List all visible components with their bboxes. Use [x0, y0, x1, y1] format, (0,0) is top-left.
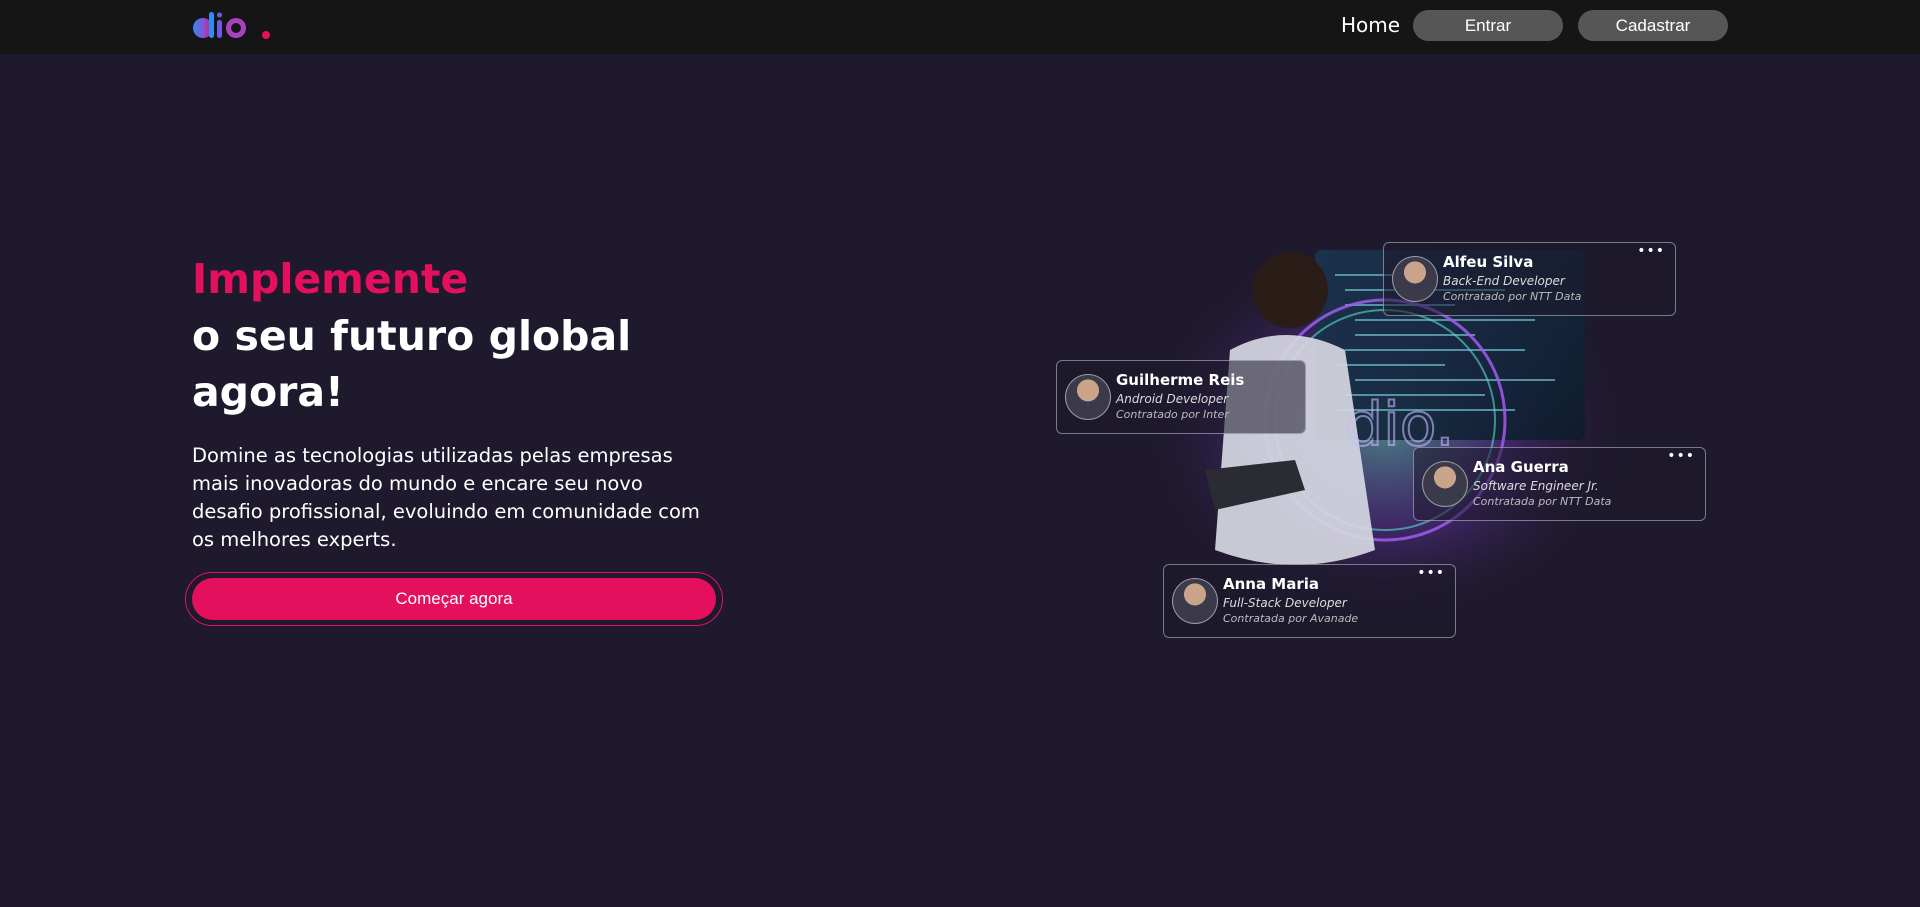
profile-company: Contratado por Inter — [1116, 408, 1229, 421]
hero-illustration: dio. Alfeu Silva Back-End Developer Cont… — [1055, 230, 1715, 650]
nav-home-link[interactable]: Home — [1341, 13, 1400, 37]
more-dots-icon[interactable]: ••• — [1637, 244, 1665, 258]
profile-name: Alfeu Silva — [1443, 253, 1534, 271]
top-navbar: Home Entrar Cadastrar — [0, 0, 1920, 54]
hero-title-accent: Implemente — [192, 255, 469, 303]
profile-name: Guilherme Reis — [1116, 371, 1245, 389]
avatar — [1392, 256, 1438, 302]
login-button[interactable]: Entrar — [1413, 10, 1563, 41]
profile-role: Full-Stack Developer — [1223, 596, 1347, 610]
profile-name: Anna Maria — [1223, 575, 1320, 593]
profile-name: Ana Guerra — [1473, 458, 1569, 476]
profile-card-ana[interactable]: Ana Guerra Software Engineer Jr. Contrat… — [1413, 447, 1706, 521]
profile-card-anna[interactable]: Anna Maria Full-Stack Developer Contrata… — [1163, 564, 1456, 638]
profile-company: Contratada por Avanade — [1223, 612, 1359, 625]
avatar — [1065, 374, 1111, 420]
profile-company: Contratado por NTT Data — [1443, 290, 1582, 303]
cta-outline: Começar agora — [185, 572, 723, 626]
more-dots-icon[interactable]: ••• — [1417, 566, 1445, 580]
start-now-button[interactable]: Começar agora — [192, 578, 716, 620]
hero-title: o seu futuro global agora! — [192, 312, 632, 416]
profile-card-alfeu[interactable]: Alfeu Silva Back-End Developer Contratad… — [1383, 242, 1676, 316]
profile-card-guilherme[interactable]: Guilherme Reis Android Developer Contrat… — [1056, 360, 1306, 434]
more-dots-icon[interactable]: ••• — [1667, 449, 1695, 463]
signup-button[interactable]: Cadastrar — [1578, 10, 1728, 41]
profile-role: Android Developer — [1116, 392, 1229, 406]
hero-description: Domine as tecnologias utilizadas pelas e… — [192, 444, 700, 551]
avatar — [1172, 578, 1218, 624]
profile-company: Contratada por NTT Data — [1473, 495, 1612, 508]
profile-role: Back-End Developer — [1443, 274, 1565, 288]
avatar — [1422, 461, 1468, 507]
profile-role: Software Engineer Jr. — [1473, 479, 1599, 493]
dio-logo[interactable] — [192, 10, 272, 42]
